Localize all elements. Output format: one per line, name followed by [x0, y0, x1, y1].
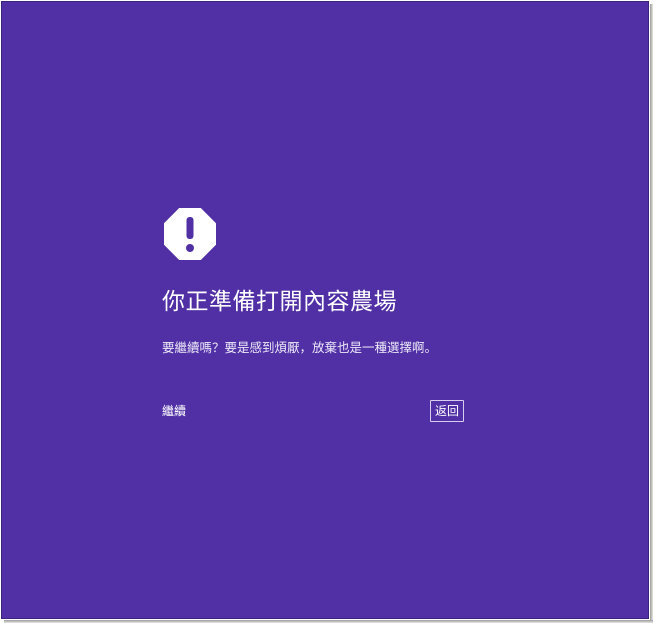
interstitial-page: 你正準備打開內容農場 要繼續嗎？要是感到煩厭，放棄也是一種選擇啊。 繼續 返回: [1, 1, 649, 619]
page-title: 你正準備打開內容農場: [162, 289, 397, 315]
back-button[interactable]: 返回: [430, 400, 465, 422]
warning-octagon-icon: [164, 208, 216, 260]
continue-link[interactable]: 繼續: [162, 401, 186, 421]
warning-message: 要繼續嗎？要是感到煩厭，放棄也是一種選擇啊。: [162, 340, 438, 355]
frame-shadow-right: [650, 4, 653, 621]
